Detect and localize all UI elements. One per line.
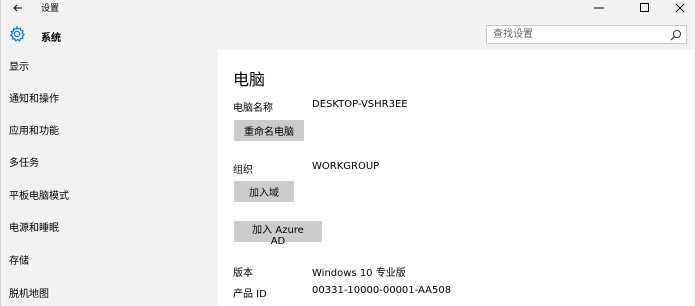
sidebar-item-power[interactable]: 电源和睡眠 xyxy=(1,214,217,244)
sidebar-nav: 显示 通知和操作 应用和功能 多任务 平板电脑模式 电源和睡眠 存储 脱机地图 xyxy=(1,50,217,306)
title-bar: 设置 xyxy=(1,0,695,16)
maximize-icon xyxy=(640,3,649,12)
back-button[interactable] xyxy=(7,0,29,16)
sidebar-item-apps[interactable]: 应用和功能 xyxy=(1,117,217,147)
sidebar-item-multitasking[interactable]: 多任务 xyxy=(1,149,217,179)
sidebar-item-offline-maps[interactable]: 脱机地图 xyxy=(1,280,217,306)
close-button[interactable] xyxy=(663,0,696,16)
minimize-button[interactable] xyxy=(582,0,616,16)
arrow-left-icon xyxy=(13,4,22,12)
product-id-value: 00331-10000-00001-AA508 xyxy=(312,285,452,296)
section-title: 系统 xyxy=(41,33,61,44)
window-title: 设置 xyxy=(41,4,60,14)
gear-icon xyxy=(9,25,26,42)
product-id-label: 产品 ID xyxy=(233,289,267,300)
app-header: 系统 xyxy=(1,16,695,50)
join-domain-button[interactable]: 加入域 xyxy=(234,181,294,202)
sidebar-item-storage[interactable]: 存储 xyxy=(1,247,217,277)
edition-value: Windows 10 专业版 xyxy=(312,268,406,279)
sidebar-item-notifications[interactable]: 通知和操作 xyxy=(1,85,217,115)
search-input[interactable] xyxy=(487,26,667,43)
maximize-button[interactable] xyxy=(628,0,662,16)
pc-name-value: DESKTOP-VSHR3EE xyxy=(312,99,408,110)
close-icon xyxy=(675,3,685,13)
rename-pc-button[interactable]: 重命名电脑 xyxy=(234,120,304,141)
minimize-icon xyxy=(594,7,604,9)
edition-label: 版本 xyxy=(233,268,253,279)
sidebar-item-tablet-mode[interactable]: 平板电脑模式 xyxy=(1,182,217,212)
page-title: 电脑 xyxy=(233,70,266,89)
search-icon[interactable] xyxy=(670,29,682,41)
sidebar-item-display[interactable]: 显示 xyxy=(1,53,217,83)
organization-value: WORKGROUP xyxy=(312,161,380,172)
organization-label: 组织 xyxy=(233,165,253,176)
join-azure-ad-button[interactable]: 加入 Azure AD xyxy=(234,221,322,247)
search-box[interactable] xyxy=(486,25,687,44)
pc-name-label: 电脑名称 xyxy=(233,103,273,114)
settings-window: 设置 系统 查找设置 显示 通知和操作 应用和功能 多任务 平板电脑模式 电源和… xyxy=(0,0,696,306)
main-content: 电脑 电脑名称 DESKTOP-VSHR3EE 重命名电脑 组织 WORKGRO… xyxy=(218,50,694,306)
